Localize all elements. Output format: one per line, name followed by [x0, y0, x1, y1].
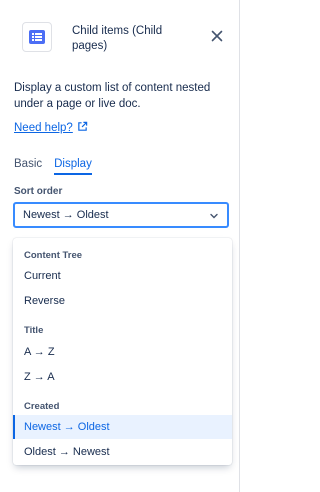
group-heading-title: Title [24, 325, 44, 336]
macro-config-panel: Child items (Child pages) Display a cust… [0, 0, 240, 492]
tab-display[interactable]: Display [54, 158, 92, 175]
close-icon[interactable] [209, 28, 225, 44]
sort-order-select[interactable]: Newest → Oldest [13, 202, 229, 228]
group-heading-content-tree: Content Tree [24, 250, 83, 261]
need-help-label: Need help? [14, 122, 73, 134]
sort-order-value: Newest → Oldest [23, 209, 109, 221]
group-heading-created: Created [24, 401, 60, 412]
option-a-to-z[interactable]: A → Z [13, 340, 232, 364]
tab-basic[interactable]: Basic [14, 158, 42, 175]
option-z-to-a[interactable]: Z → A [13, 365, 232, 389]
panel-title: Child items (Child pages) [72, 25, 163, 52]
chevron-down-icon [209, 211, 219, 224]
option-oldest-to-newest[interactable]: Oldest → Newest [13, 440, 232, 464]
external-link-icon [77, 121, 88, 135]
panel-header: Child items (Child pages) [0, 0, 239, 70]
sort-order-label: Sort order [14, 186, 63, 197]
option-current[interactable]: Current [13, 264, 232, 288]
list-icon [22, 22, 52, 52]
tab-list: Basic Display [14, 158, 92, 175]
panel-description: Display a custom list of content nested … [14, 82, 211, 110]
need-help-link[interactable]: Need help? [14, 121, 88, 135]
sort-order-menu: Content Tree Current Reverse Title A → Z… [13, 238, 232, 465]
option-reverse[interactable]: Reverse [13, 289, 232, 313]
option-newest-to-oldest[interactable]: Newest → Oldest [13, 415, 232, 439]
